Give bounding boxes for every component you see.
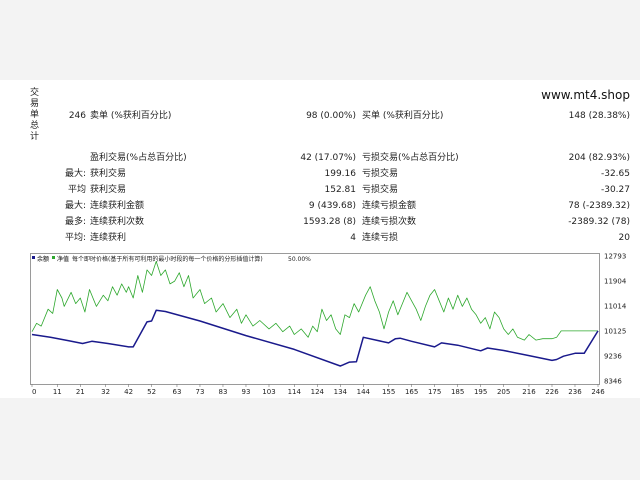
x-tick-label: 52 bbox=[147, 388, 156, 396]
short-value: 98 (0.00%) bbox=[306, 111, 356, 121]
stats-row: 平均: 连续获利 4 连续亏损 20 bbox=[0, 230, 640, 246]
stat-left-value: 4 bbox=[350, 233, 356, 243]
y-tick-label: 12793 bbox=[604, 253, 626, 261]
stat-right-value: -2389.32 (78) bbox=[568, 217, 630, 227]
stat-lead-label: 平均 bbox=[67, 185, 86, 195]
stat-left-value: 9 (439.68) bbox=[308, 201, 356, 211]
site-watermark: www.mt4.shop bbox=[541, 88, 630, 102]
summary-row: 246 卖单 (%获利百分比) 98 (0.00%) 买单 (%获利百分比) 1… bbox=[0, 108, 640, 124]
stat-left-value: 42 (17.07%) bbox=[300, 153, 356, 163]
stats-row: 最多: 连续获利次数 1593.28 (8) 连续亏损次数 -2389.32 (78) bbox=[0, 214, 640, 230]
stat-lead-label: 最大: bbox=[64, 201, 86, 211]
x-tick-label: 246 bbox=[591, 388, 605, 396]
x-tick-label: 144 bbox=[357, 388, 371, 396]
stat-left-label: 获利交易 bbox=[90, 169, 127, 179]
stats-row: 平均 获利交易 152.81 亏损交易 -30.27 bbox=[0, 182, 640, 198]
stat-right-value: -32.65 bbox=[600, 169, 630, 179]
x-tick-label: 73 bbox=[195, 388, 204, 396]
stat-left-label: 盈利交易(%占总百分比) bbox=[90, 153, 187, 163]
x-tick-label: 103 bbox=[262, 388, 275, 396]
balance-chart: 余额 净值 每个即时价格(基于所有可利用的最小时段的每一个价格的分形插值计算) … bbox=[30, 253, 627, 396]
plot-frame bbox=[30, 253, 600, 385]
stat-right-label: 亏损交易 bbox=[362, 185, 399, 195]
x-tick-label: 11 bbox=[53, 388, 62, 396]
x-tick-label: 155 bbox=[382, 388, 395, 396]
stat-right-value: 204 (82.93%) bbox=[568, 153, 630, 163]
top-margin bbox=[0, 0, 640, 80]
stat-right-value: -30.27 bbox=[600, 185, 630, 195]
y-tick-label: 11014 bbox=[604, 303, 627, 311]
stat-lead-label: 平均: bbox=[64, 233, 86, 243]
y-tick-label: 8346 bbox=[604, 378, 622, 386]
stat-left-label: 连续获利 bbox=[90, 233, 127, 243]
stat-lead-label: 最大: bbox=[64, 169, 86, 179]
y-tick-label: 10125 bbox=[604, 327, 626, 335]
stat-left-label: 连续获利金额 bbox=[90, 201, 145, 211]
x-tick-label: 134 bbox=[334, 388, 348, 396]
stat-left-label: 连续获利次数 bbox=[90, 217, 145, 227]
short-label: 卖单 (%获利百分比) bbox=[90, 111, 172, 121]
stat-right-label: 连续亏损金额 bbox=[362, 201, 417, 211]
stat-right-label: 连续亏损次数 bbox=[362, 217, 417, 227]
x-tick-label: 32 bbox=[101, 388, 110, 396]
modeling-quality: 50.00% bbox=[288, 256, 311, 263]
balance-legend-label: 余额 bbox=[37, 255, 49, 263]
stat-left-value: 152.81 bbox=[324, 185, 357, 195]
total-trades-value: 246 bbox=[68, 111, 86, 121]
equity-legend-swatch bbox=[52, 256, 55, 259]
stat-left-label: 获利交易 bbox=[90, 185, 127, 195]
x-tick-label: 124 bbox=[311, 388, 325, 396]
strategy-report: 交易单总计 www.mt4.shop 246 卖单 (%获利百分比) 98 (0… bbox=[0, 80, 640, 398]
x-tick-label: 226 bbox=[545, 388, 559, 396]
x-axis: 0 11 21 32 42 52 63 73 83 93 103 114 124 134 144 155 165… bbox=[31, 384, 605, 396]
stat-left-value: 1593.28 (8) bbox=[303, 217, 356, 227]
stats-row: 最大: 获利交易 199.16 亏损交易 -32.65 bbox=[0, 166, 640, 182]
x-tick-label: 63 bbox=[172, 388, 181, 396]
stat-right-value: 20 bbox=[618, 233, 630, 243]
long-value: 148 (28.38%) bbox=[568, 111, 630, 121]
long-label: 买单 (%获利百分比) bbox=[362, 111, 444, 121]
x-tick-label: 205 bbox=[497, 388, 510, 396]
x-tick-label: 0 bbox=[32, 388, 36, 396]
chart-panel: 余额 净值 每个即时价格(基于所有可利用的最小时段的每一个价格的分形插值计算) … bbox=[30, 253, 638, 398]
stats-row: 盈利交易(%占总百分比) 42 (17.07%) 亏损交易(%占总百分比) 204 (… bbox=[0, 150, 640, 166]
stat-right-label: 亏损交易 bbox=[362, 169, 399, 179]
x-tick-label: 42 bbox=[124, 388, 133, 396]
x-tick-label: 195 bbox=[474, 388, 487, 396]
x-tick-label: 185 bbox=[451, 388, 464, 396]
x-tick-label: 93 bbox=[242, 388, 251, 396]
x-tick-label: 83 bbox=[219, 388, 228, 396]
stat-left-value: 199.16 bbox=[324, 169, 357, 179]
stat-right-value: 78 (-2389.32) bbox=[568, 201, 630, 211]
x-tick-label: 216 bbox=[522, 388, 536, 396]
y-axis: 12793 11904 11014 10125 9236 8346 bbox=[604, 253, 627, 386]
y-tick-label: 9236 bbox=[604, 352, 622, 360]
bottom-margin bbox=[0, 398, 640, 480]
x-tick-label: 165 bbox=[405, 388, 418, 396]
balance-legend-swatch bbox=[32, 256, 35, 259]
x-tick-label: 175 bbox=[428, 388, 441, 396]
x-tick-label: 21 bbox=[76, 388, 85, 396]
y-tick-label: 11904 bbox=[604, 277, 627, 285]
model-description: 每个即时价格(基于所有可利用的最小时段的每一个价格的分形插值计算) bbox=[72, 255, 263, 263]
stat-right-label: 亏损交易(%占总百分比) bbox=[362, 153, 459, 163]
stat-right-label: 连续亏损 bbox=[362, 233, 399, 243]
equity-legend-label: 净值 bbox=[57, 255, 69, 263]
x-tick-label: 114 bbox=[288, 388, 302, 396]
stat-lead-label: 最多: bbox=[64, 217, 86, 227]
stats-row: 最大: 连续获利金额 9 (439.68) 连续亏损金额 78 (-2389.32) bbox=[0, 198, 640, 214]
x-tick-label: 236 bbox=[568, 388, 582, 396]
